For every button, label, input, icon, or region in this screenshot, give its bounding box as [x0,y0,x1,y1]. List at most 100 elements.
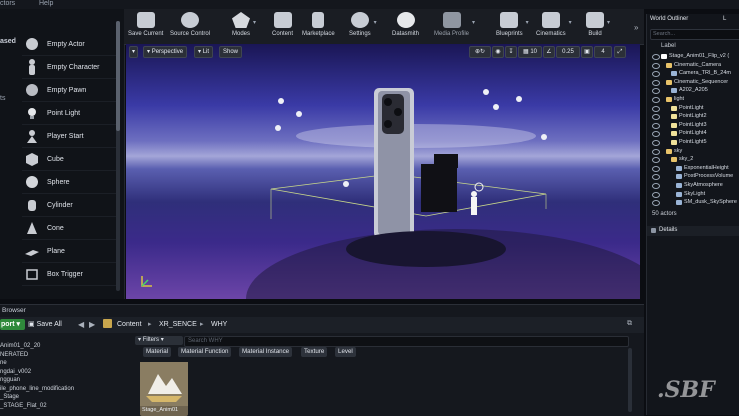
rotation-snap-icon[interactable]: ∠ [543,46,555,58]
folder-tree-item[interactable]: ngdai_v002 [0,368,130,376]
media-profile-button[interactable]: Media Profile ▾ [434,9,475,44]
visibility-eye-icon[interactable] [652,97,660,103]
asset-tile[interactable]: Stage_Anim01 [140,362,188,416]
perspective-button[interactable]: ▾ Perspective [143,46,188,58]
folder-tree-item[interactable]: ngguan [0,376,130,384]
datasmith-button[interactable]: Datasmith [392,9,419,44]
filters-button[interactable]: ▾ Filters ▾ [135,336,183,345]
scale-snap-value[interactable]: 0.25 [556,46,580,58]
folder-tree-item[interactable]: _Stage [0,393,130,401]
actor-label: Empty Character [47,63,100,71]
modes-button[interactable]: Modes ▾ [232,9,256,44]
content-browser-tab[interactable]: Browser [2,305,26,316]
visibility-eye-icon[interactable] [652,191,660,198]
menu-item-help[interactable]: Help [39,0,53,8]
assets-scrollbar[interactable] [628,348,632,412]
content-button[interactable]: Content [272,9,293,44]
breadcrumb-content[interactable]: Content [117,320,142,330]
save-all-button[interactable]: ▣ Save All [28,319,70,330]
visibility-eye-icon[interactable] [652,183,660,189]
save-current-button[interactable]: Save Current [128,9,163,44]
surface-snap-icon[interactable]: ↧ [505,46,517,58]
visibility-eye-icon[interactable] [652,200,660,207]
actor-point-light[interactable]: Point Light [22,102,116,125]
chevron-down-icon[interactable]: ▾ [253,19,256,26]
toolbar-overflow-icon[interactable]: » [634,23,638,32]
visibility-eye-icon[interactable] [652,140,660,146]
viewport-options-button[interactable]: ▾ [129,46,139,58]
source-control-button[interactable]: Source Control [170,9,210,44]
actor-cylinder[interactable]: Cylinder [22,194,116,217]
actor-cube[interactable]: Cube [22,148,116,171]
folder-tree-item[interactable]: NERATED [0,351,130,359]
asset-search-input[interactable]: Search WHY [184,336,629,347]
visibility-eye-icon[interactable] [652,88,660,95]
label-column-header[interactable]: Label [661,43,676,49]
settings-button[interactable]: Settings ▾ [349,9,377,44]
visibility-eye-icon[interactable] [652,54,660,60]
lit-button[interactable]: ▾ Lit [194,46,214,58]
visibility-eye-icon[interactable] [652,114,660,121]
visibility-eye-icon[interactable] [652,157,660,164]
outliner-title[interactable]: World Outliner [650,16,688,22]
actor-empty-actor[interactable]: Empty Actor [22,33,116,56]
folder-icon [666,62,672,68]
details-tab[interactable]: Details [659,227,677,233]
category-tab-lights[interactable]: ts [0,95,5,102]
actor-player-start[interactable]: Player Start [22,125,116,148]
chevron-down-icon[interactable]: ▾ [569,19,572,26]
grid-snap-button[interactable]: ▦ 10 [518,46,542,58]
outliner-row[interactable]: SM_dusk_SkySphere [647,198,739,207]
filter-tab-level[interactable]: Level [335,347,356,357]
folder-tree-item[interactable]: ile_phone_line_modification [0,385,130,393]
outliner-search-input[interactable]: Search... [650,29,739,40]
folder-tree-item[interactable]: _STAGE_Flat_02 [0,402,130,410]
folder-tree-item[interactable]: Anim01_02_20 [0,342,130,350]
visibility-eye-icon[interactable] [652,174,660,181]
actors-scrollbar[interactable] [116,21,120,291]
chevron-down-icon[interactable]: ▾ [472,19,475,26]
blueprints-button[interactable]: Blueprints ▾ [496,9,529,44]
camera-speed-value[interactable]: 4 [594,46,612,58]
filter-tab-material-function[interactable]: Material Function [178,347,232,357]
menu-item-actors[interactable]: ctors [0,0,15,8]
cinematics-button[interactable]: Cinematics ▾ [536,9,572,44]
actor-cone[interactable]: Cone [22,217,116,240]
visibility-eye-icon[interactable] [652,122,660,129]
folder-tree-item[interactable]: ne [0,359,130,367]
visibility-eye-icon[interactable] [652,79,660,86]
chevron-down-icon[interactable]: ▾ [607,19,610,26]
category-tab-basic[interactable]: ased [0,35,20,49]
visibility-eye-icon[interactable] [652,105,660,112]
back-icon[interactable]: ◀ [78,320,84,329]
camera-speed-icon[interactable]: ▣ [581,46,593,58]
lock-icon[interactable]: ⧉ [627,320,632,328]
actor-empty-character[interactable]: Empty Character [22,56,116,79]
import-button[interactable]: port ▾ [0,319,25,330]
actor-plane[interactable]: Plane [22,240,116,263]
chevron-down-icon[interactable]: ▾ [374,19,377,26]
visibility-eye-icon[interactable] [652,165,660,172]
build-button[interactable]: Build ▾ [586,9,610,44]
layers-tab[interactable]: L [723,16,726,22]
visibility-eye-icon[interactable] [652,71,660,78]
visibility-eye-icon[interactable] [652,62,660,69]
marketplace-button[interactable]: Marketplace [302,9,335,44]
filter-tab-material[interactable]: Material [143,347,172,357]
actor-sphere[interactable]: Sphere [22,171,116,194]
transform-tools[interactable]: ⊕↻ [469,46,491,58]
world-local-icon[interactable]: ◉ [492,46,504,58]
actor-empty-pawn[interactable]: Empty Pawn [22,79,116,102]
actor-box-trigger[interactable]: Box Trigger [22,263,116,286]
maximize-viewport-icon[interactable]: ⤢ [614,46,626,58]
show-button[interactable]: Show [219,46,243,58]
visibility-eye-icon[interactable] [652,131,660,138]
filter-tab-material-instance[interactable]: Material Instance [239,347,293,357]
level-viewport[interactable]: ▾ ▾ Perspective ▾ Lit Show ⊕↻ ◉ ↧ ▦ 10 ∠… [126,44,640,299]
breadcrumb-xr-sence[interactable]: XR_SENCE [159,320,197,330]
visibility-eye-icon[interactable] [652,148,660,155]
forward-icon[interactable]: ▶ [89,320,95,329]
filter-tab-texture[interactable]: Texture [301,347,328,357]
chevron-down-icon[interactable]: ▾ [526,19,529,26]
breadcrumb-why[interactable]: WHY [211,320,227,330]
